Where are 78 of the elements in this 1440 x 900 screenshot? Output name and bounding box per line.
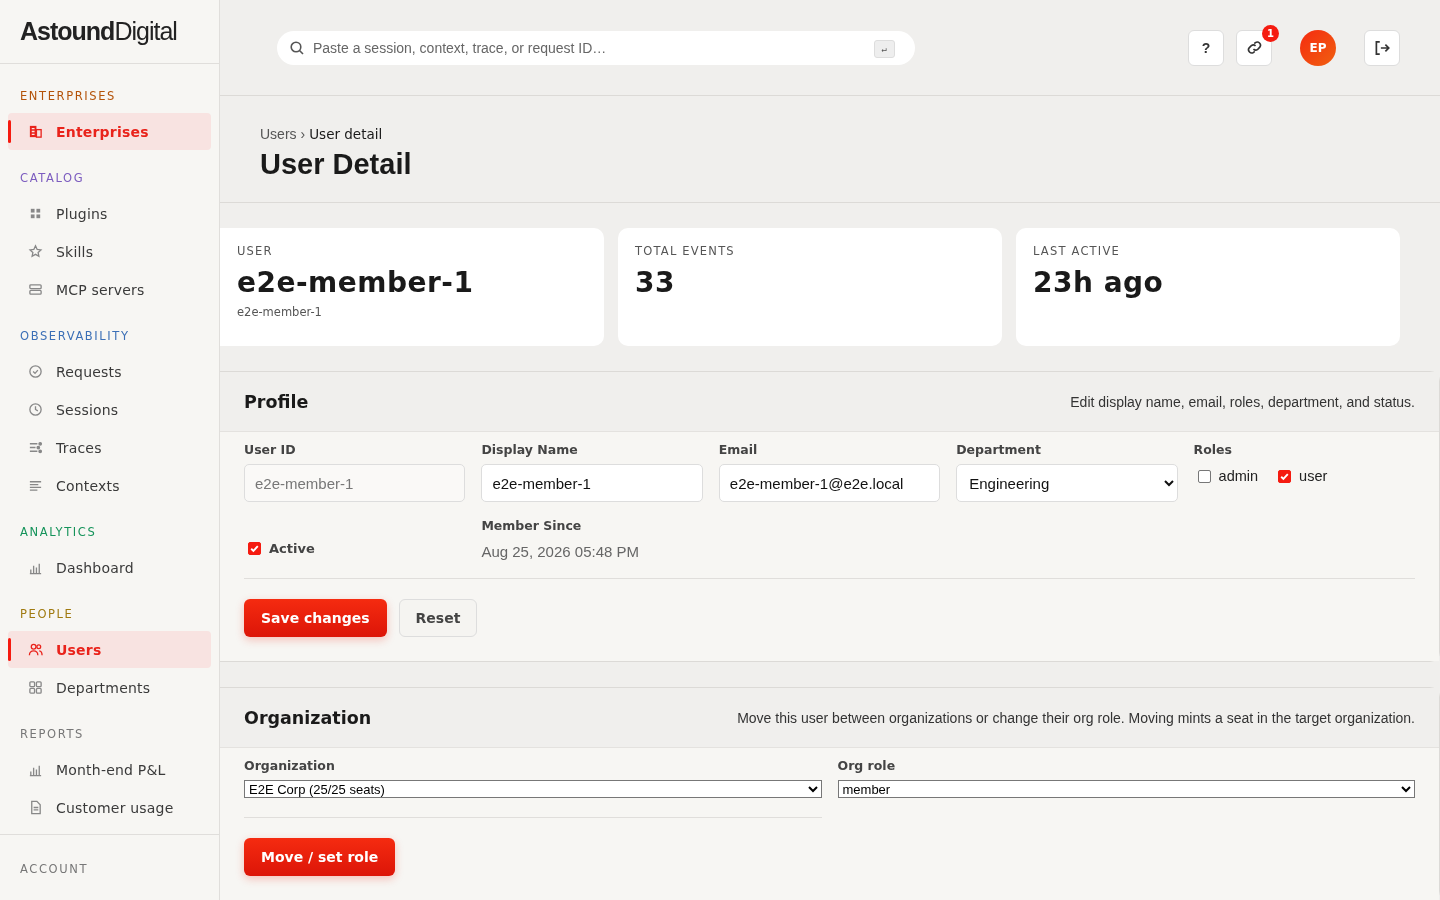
breadcrumb-link[interactable]: Users <box>260 126 297 142</box>
department-select[interactable]: Engineering <box>956 464 1178 502</box>
section-heading: REPORTS <box>19 726 85 743</box>
lines-icon <box>28 478 43 493</box>
stat-value: 33 <box>635 266 676 299</box>
nav-item[interactable]: Month-end P&L <box>8 751 211 788</box>
field-label: Email <box>718 442 759 457</box>
nav-item[interactable]: Sessions <box>8 391 211 428</box>
checkbox-label: user <box>1299 468 1328 484</box>
link-icon <box>1245 39 1263 56</box>
field-label: User ID <box>244 442 297 457</box>
nav-item[interactable]: Skills <box>8 233 211 270</box>
panel-description: Edit display name, email, roles, department, and status. <box>1070 393 1415 410</box>
stat-value: 23h ago <box>1033 266 1165 299</box>
nav-item[interactable]: Users <box>8 631 211 668</box>
notification-badge: 1 <box>1262 24 1279 42</box>
organization-select[interactable]: E2E Corp (25/25 seats) <box>244 780 822 798</box>
check-circle-icon <box>28 364 43 379</box>
role-checkbox[interactable] <box>1278 469 1292 483</box>
section-heading: ANALYTICS <box>19 524 98 541</box>
section-heading: ACCOUNT <box>19 861 90 878</box>
field-label: Display Name <box>481 442 579 457</box>
users-icon <box>28 642 43 657</box>
stat-label: LAST ACTIVE <box>1033 244 1121 258</box>
panel-description: Move this user between organizations or change their org role. Moving mints a seat in the target organization. <box>737 709 1415 726</box>
breadcrumb-separator: › <box>300 126 306 142</box>
field-label: Organization <box>244 758 336 773</box>
grid-icon <box>28 680 43 695</box>
nav-item[interactable]: Requests <box>8 353 211 390</box>
save-button[interactable]: Save changes <box>244 599 387 637</box>
stat-subtext: e2e-member-1 <box>237 305 323 319</box>
stat-label: USER <box>237 244 274 258</box>
field-label: Member Since <box>481 518 583 533</box>
section-heading: CATALOG <box>19 170 86 187</box>
section-heading: OBSERVABILITY <box>19 328 131 345</box>
breadcrumb-current: User detail <box>309 126 383 142</box>
email-field[interactable]: e2e-member-1@e2e.local <box>718 464 941 502</box>
page-title: User Detail <box>260 148 413 181</box>
document-icon <box>28 800 43 815</box>
stat-value: e2e-member-1 <box>237 266 475 299</box>
panel-title: Profile <box>244 391 309 412</box>
nav-item[interactable]: Customer usage <box>8 789 211 826</box>
list-icon <box>28 440 43 455</box>
nav-item[interactable]: MCP servers <box>8 271 211 308</box>
active-checkbox[interactable] <box>248 542 261 555</box>
stat-label: TOTAL EVENTS <box>635 244 736 258</box>
panel-title: Organization <box>244 707 372 728</box>
logout-button[interactable] <box>1364 29 1400 66</box>
nav-item[interactable]: Enterprises <box>8 113 211 150</box>
nav-item[interactable]: Dashboard <box>8 549 211 586</box>
org-role-select[interactable]: member <box>837 780 1415 798</box>
building-icon <box>28 124 43 139</box>
star-icon <box>28 244 43 259</box>
role-checkbox[interactable] <box>1197 469 1211 483</box>
checkbox-label: admin <box>1218 468 1259 484</box>
nav-item[interactable]: Plugins <box>8 195 211 232</box>
nav-item[interactable]: Traces <box>8 429 211 466</box>
reset-button[interactable]: Reset <box>398 599 478 637</box>
display-name-field[interactable]: e2e-member-1 <box>481 464 703 502</box>
nav-item[interactable]: Departments <box>8 669 211 706</box>
logo: AstoundDigital <box>20 17 177 46</box>
section-heading: PEOPLE <box>19 606 75 623</box>
logout-icon <box>1373 38 1391 57</box>
member-since-value: Aug 25, 2026 05:48 PM <box>481 543 640 560</box>
link-button[interactable] <box>1236 29 1272 66</box>
checkbox-label: Active <box>269 541 315 556</box>
user-avatar[interactable]: EP <box>1300 29 1336 66</box>
move-button[interactable]: Move / set role <box>244 838 396 876</box>
nav-item[interactable]: Contexts <box>8 467 211 504</box>
field-label: Org role <box>837 758 897 773</box>
search-icon <box>289 39 305 56</box>
server-icon <box>28 282 43 297</box>
field-label: Department <box>956 442 1042 457</box>
clock-icon <box>28 402 43 417</box>
field-label: Roles <box>1193 442 1233 457</box>
help-button[interactable]: ? <box>1188 29 1224 66</box>
section-heading: ENTERPRISES <box>19 88 117 105</box>
grid-icon <box>28 206 43 221</box>
